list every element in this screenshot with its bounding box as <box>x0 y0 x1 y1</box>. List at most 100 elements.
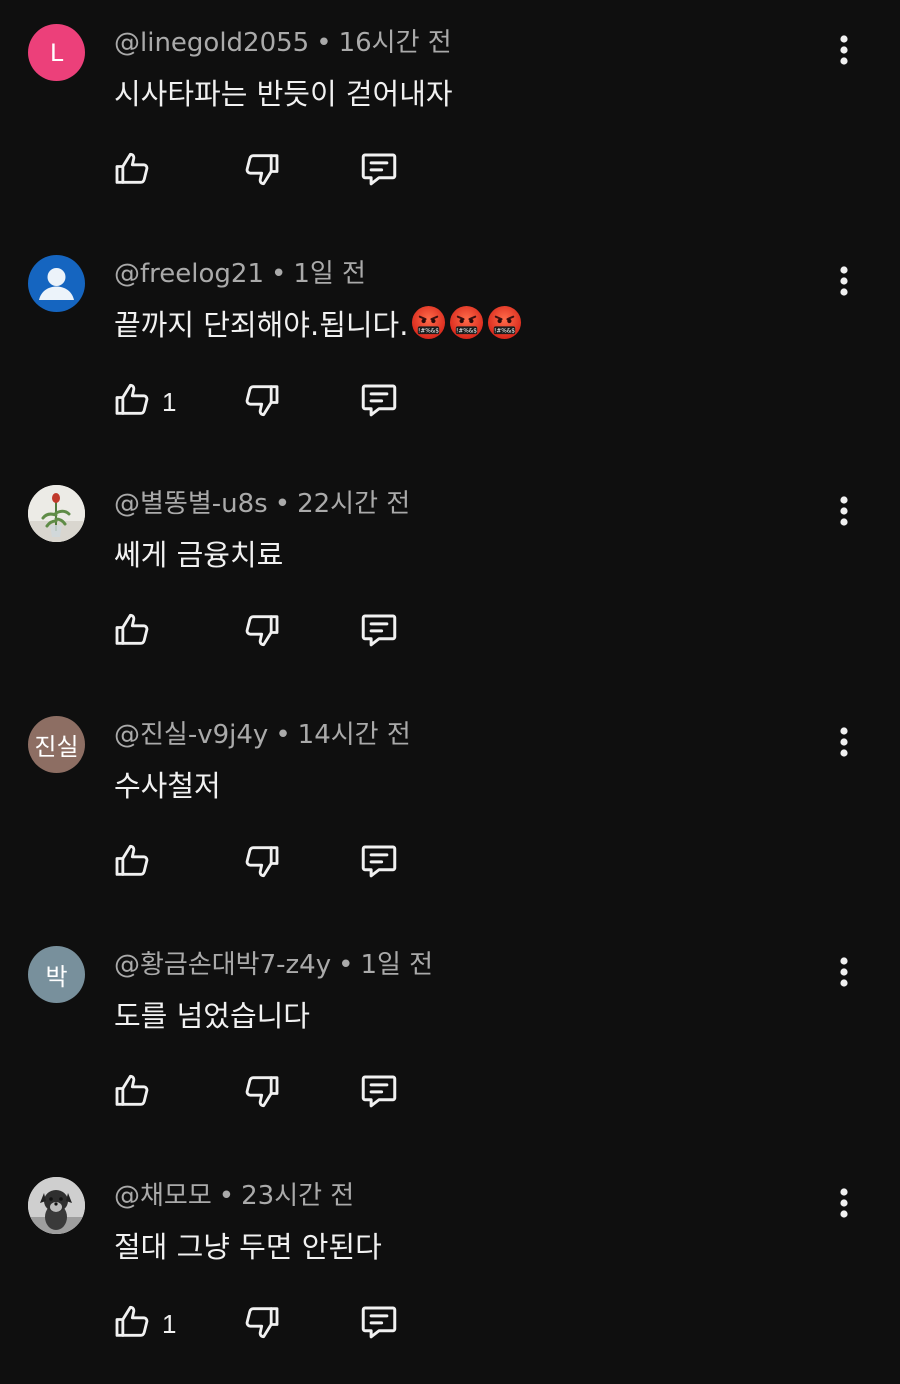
comment-text: 쎄게 금융치료 <box>114 535 283 575</box>
more-options-button[interactable] <box>826 952 862 996</box>
thumbs-down-icon <box>242 378 282 426</box>
reply-button[interactable] <box>358 840 400 886</box>
avatar[interactable] <box>28 1177 85 1234</box>
thumbs-down-icon <box>242 1069 282 1117</box>
comment-timestamp[interactable]: 14시간 전 <box>298 720 411 750</box>
meta-separator: • <box>270 259 287 289</box>
dislike-button[interactable] <box>242 1301 282 1347</box>
more-options-button[interactable] <box>826 722 862 766</box>
reply-comment-icon <box>358 1300 400 1348</box>
comment-timestamp[interactable]: 1일 전 <box>293 259 366 289</box>
more-options-button[interactable] <box>826 1183 862 1227</box>
thumbs-up-icon <box>112 378 152 426</box>
comment-body: 시사타파는 반듯이 걷어내자 <box>114 77 453 111</box>
reply-button[interactable] <box>358 1301 400 1347</box>
thumbs-up-icon <box>112 839 152 887</box>
meta-separator: • <box>316 28 332 58</box>
dislike-button[interactable] <box>242 1070 282 1116</box>
thumbs-up-icon <box>112 1069 152 1117</box>
comment-text: 절대 그냥 두면 안된다 <box>114 1227 382 1267</box>
comment-author-handle[interactable]: @황금손대박7-z4y <box>114 950 331 980</box>
reply-comment-icon <box>358 147 400 195</box>
comment-text: 수사철저 <box>114 766 221 806</box>
more-vertical-icon <box>839 956 849 992</box>
comment-timestamp[interactable]: 23시간 전 <box>241 1181 354 1211</box>
avatar[interactable] <box>28 485 85 542</box>
avatar-letter: 박 <box>45 963 68 991</box>
dislike-button[interactable] <box>242 609 282 655</box>
reply-button[interactable] <box>358 379 400 425</box>
comment-body: 도를 넘었습니다 <box>114 999 310 1033</box>
comment-item: 진실 @진실-v9j4y • 14시간 전수사철저 <box>0 692 900 923</box>
like-button[interactable] <box>112 148 152 194</box>
reply-comment-icon <box>358 1069 400 1117</box>
thumbs-down-icon <box>242 1300 282 1348</box>
more-options-button[interactable] <box>826 30 862 74</box>
like-button[interactable] <box>112 1070 152 1116</box>
like-button[interactable]: 1 <box>112 1301 176 1347</box>
avatar[interactable]: 진실 <box>28 716 85 773</box>
like-button[interactable] <box>112 609 152 655</box>
comment-timestamp[interactable]: 22시간 전 <box>297 489 410 519</box>
comment-author-handle[interactable]: @채모모 <box>114 1181 212 1211</box>
comment-item: 박 @황금손대박7-z4y • 1일 전도를 넘었습니다 <box>0 922 900 1153</box>
meta-separator: • <box>274 489 291 519</box>
svg-text:!#%&$: !#%&$ <box>456 329 477 335</box>
like-count: 1 <box>162 1308 177 1339</box>
more-options-button[interactable] <box>826 261 862 305</box>
comment-meta: @채모모 • 23시간 전 <box>114 1179 354 1213</box>
comment-item: @freelog21 • 1일 전 끝까지 단죄해야.됩니다. !#%&$ !#%&$ !#… <box>0 231 900 462</box>
comment-author-handle[interactable]: @linegold2055 <box>114 28 309 58</box>
meta-separator: • <box>338 950 354 980</box>
comment-item: @채모모 • 23시간 전절대 그냥 두면 안된다 1 <box>0 1153 900 1384</box>
comment-meta: @별똥별-u8s • 22시간 전 <box>114 487 410 521</box>
thumbs-up-icon <box>112 608 152 656</box>
comment-body: 끝까지 단죄해야.됩니다. <box>114 308 409 342</box>
meta-separator: • <box>218 1181 235 1211</box>
more-vertical-icon <box>839 726 849 762</box>
thumbs-down-icon <box>242 608 282 656</box>
comment-author-handle[interactable]: @freelog21 <box>114 259 264 289</box>
dislike-button[interactable] <box>242 379 282 425</box>
thumbs-up-icon <box>112 1300 152 1348</box>
more-vertical-icon <box>839 34 849 70</box>
avatar[interactable]: L <box>28 24 85 81</box>
comment-timestamp[interactable]: 1일 전 <box>360 950 433 980</box>
reply-button[interactable] <box>358 148 400 194</box>
comment-meta: @linegold2055 • 16시간 전 <box>114 26 452 60</box>
dislike-button[interactable] <box>242 840 282 886</box>
comment-text: 시사타파는 반듯이 걷어내자 <box>114 74 453 114</box>
comment-meta: @freelog21 • 1일 전 <box>114 257 366 291</box>
like-count: 1 <box>162 386 177 417</box>
comment-body: 쎄게 금융치료 <box>114 538 284 572</box>
reply-button[interactable] <box>358 609 400 655</box>
comment-item: L @linegold2055 • 16시간 전시사타파는 반듯이 걷어내자 <box>0 0 900 231</box>
more-options-button[interactable] <box>826 491 862 535</box>
meta-separator: • <box>275 720 291 750</box>
reply-button[interactable] <box>358 1070 400 1116</box>
comment-text: 도를 넘었습니다 <box>114 996 310 1036</box>
like-button[interactable]: 1 <box>112 379 176 425</box>
comment-author-handle[interactable]: @별똥별-u8s <box>114 489 268 519</box>
cursing-face-emoji: !#%&$ <box>411 305 446 340</box>
cursing-face-emoji: !#%&$ <box>449 305 484 340</box>
more-vertical-icon <box>839 265 849 301</box>
svg-text:!#%&$: !#%&$ <box>494 329 515 335</box>
comment-body: 수사철저 <box>114 769 221 803</box>
avatar[interactable]: 박 <box>28 946 85 1003</box>
thumbs-up-icon <box>112 147 152 195</box>
like-button[interactable] <box>112 840 152 886</box>
dislike-button[interactable] <box>242 148 282 194</box>
comment-author-handle[interactable]: @진실-v9j4y <box>114 720 268 750</box>
comment-text: 끝까지 단죄해야.됩니다. !#%&$ !#%&$ !#%&$ <box>114 305 522 345</box>
comment-timestamp[interactable]: 16시간 전 <box>339 28 452 58</box>
flower-photo-icon <box>28 485 85 542</box>
reply-comment-icon <box>358 608 400 656</box>
comment-meta: @진실-v9j4y • 14시간 전 <box>114 718 411 752</box>
more-vertical-icon <box>839 495 849 531</box>
comment-item: @별똥별-u8s • 22시간 전쎄게 금융치료 <box>0 461 900 692</box>
comment-meta: @황금손대박7-z4y • 1일 전 <box>114 948 433 982</box>
thumbs-down-icon <box>242 839 282 887</box>
avatar[interactable] <box>28 255 85 312</box>
cursing-face-emoji: !#%&$ <box>487 305 522 340</box>
